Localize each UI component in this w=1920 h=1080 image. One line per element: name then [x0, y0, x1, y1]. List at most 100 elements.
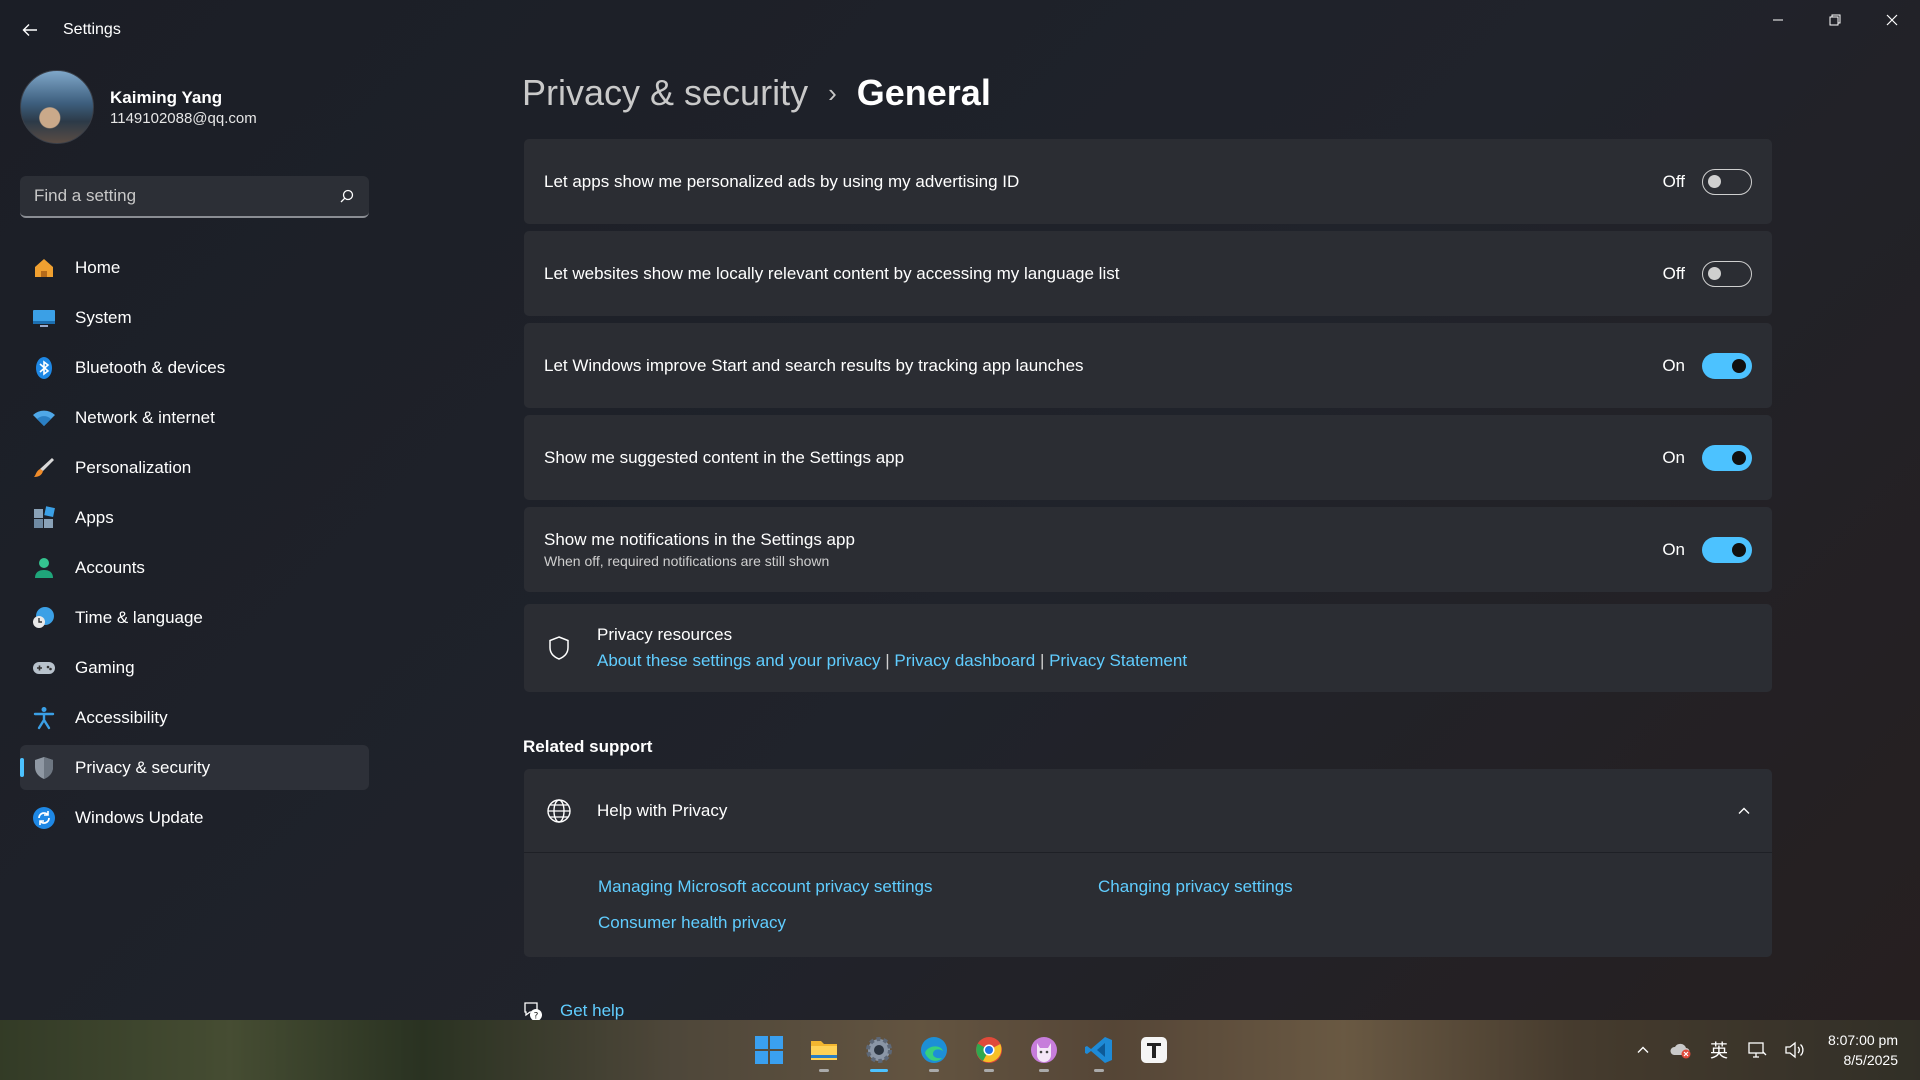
window-controls [1749, 0, 1920, 40]
setting-label: Show me suggested content in the Setting… [544, 447, 905, 467]
setting-notifications: Show me notifications in the Settings ap… [524, 507, 1772, 592]
restore-button[interactable] [1806, 0, 1863, 40]
minimize-icon [1772, 19, 1783, 21]
toggle-state-label: On [1662, 447, 1685, 467]
language-list-toggle[interactable] [1702, 260, 1752, 287]
user-profile[interactable]: Kaiming Yang 1149102088@qq.com [20, 70, 257, 144]
search-icon[interactable] [339, 188, 355, 204]
sidebar-item-home[interactable]: Home [20, 245, 369, 290]
notifications-toggle[interactable] [1702, 536, 1752, 563]
clock-time: 8:07:00 pm [1827, 1032, 1898, 1048]
sidebar-item-label: Privacy & security [75, 757, 211, 777]
chevron-up-icon [1637, 1046, 1649, 1053]
get-help[interactable]: ? Get help [522, 1000, 624, 1020]
setting-track-app-launches: Let Windows improve Start and search res… [524, 323, 1772, 408]
sidebar-item-accessibility[interactable]: Accessibility [20, 695, 369, 740]
setting-language-list: Let websites show me locally relevant co… [524, 231, 1772, 316]
taskbar-clock[interactable]: 8:07:00 pm 8/5/2025 [1828, 1030, 1898, 1070]
consumer-health-privacy-link[interactable]: Consumer health privacy [598, 913, 786, 933]
help-with-privacy-title: Help with Privacy [597, 800, 728, 820]
search-input[interactable] [34, 186, 339, 206]
minimize-button[interactable] [1749, 0, 1806, 40]
setting-personalized-ads: Let apps show me personalized ads by usi… [524, 139, 1772, 224]
managing-account-privacy-link[interactable]: Managing Microsoft account privacy setti… [598, 877, 933, 897]
network-status[interactable] [1741, 1034, 1773, 1066]
sidebar-item-windows-update[interactable]: Windows Update [20, 795, 369, 840]
settings-icon [866, 1037, 892, 1063]
back-arrow-icon [22, 24, 37, 36]
privacy-dashboard-link[interactable]: Privacy dashboard [894, 651, 1035, 670]
update-icon [32, 806, 56, 830]
track-app-launches-toggle[interactable] [1702, 352, 1752, 379]
sidebar-item-label: System [75, 307, 132, 327]
sidebar-item-personalization[interactable]: Personalization [20, 445, 369, 490]
clock-date: 8/5/2025 [1843, 1052, 1899, 1068]
breadcrumb-separator: › [828, 77, 837, 108]
search-box [20, 176, 369, 218]
profile-name: Kaiming Yang [110, 87, 223, 107]
get-help-link[interactable]: Get help [560, 1001, 624, 1020]
help-with-privacy-header[interactable]: Help with Privacy [524, 769, 1772, 853]
gamepad-icon [32, 656, 56, 680]
typora-icon [1141, 1037, 1167, 1063]
taskbar-chrome[interactable] [967, 1028, 1011, 1072]
onedrive-status[interactable] [1665, 1034, 1697, 1066]
page-title: General [856, 72, 991, 113]
cat-app-icon [1031, 1037, 1057, 1063]
file-explorer-icon [811, 1041, 837, 1060]
sidebar-item-bluetooth[interactable]: Bluetooth & devices [20, 345, 369, 390]
sidebar-item-apps[interactable]: Apps [20, 495, 369, 540]
home-icon [32, 256, 56, 280]
sidebar-item-network[interactable]: Network & internet [20, 395, 369, 440]
toggle-state-label: Off [1662, 263, 1685, 283]
vscode-icon [1085, 1037, 1112, 1063]
taskbar-vscode[interactable] [1077, 1028, 1121, 1072]
sidebar-item-label: Bluetooth & devices [75, 357, 226, 377]
chevron-up-icon[interactable] [1736, 803, 1752, 819]
brush-icon [32, 456, 56, 480]
system-icon [32, 306, 56, 330]
personalized-ads-toggle[interactable] [1702, 168, 1752, 195]
privacy-statement-link[interactable]: Privacy Statement [1049, 651, 1187, 670]
suggested-content-toggle[interactable] [1702, 444, 1752, 471]
input-method-indicator[interactable]: 英 [1703, 1034, 1735, 1066]
shield-outline-icon [544, 633, 574, 663]
start-icon [755, 1036, 783, 1064]
taskbar-settings[interactable] [857, 1028, 901, 1072]
sidebar-item-time-language[interactable]: Time & language [20, 595, 369, 640]
changing-privacy-settings-link[interactable]: Changing privacy settings [1098, 877, 1293, 897]
taskbar-cat-app[interactable] [1022, 1028, 1066, 1072]
sidebar-item-privacy-security[interactable]: Privacy & security [20, 745, 369, 790]
time-language-icon [32, 606, 56, 630]
sidebar-item-label: Accounts [75, 557, 145, 577]
globe-icon [544, 796, 574, 826]
volume-control[interactable] [1779, 1034, 1811, 1066]
close-button[interactable] [1863, 0, 1920, 40]
show-hidden-icons-button[interactable] [1627, 1034, 1659, 1066]
help-chat-icon: ? [524, 1002, 542, 1021]
sidebar-item-label: Home [75, 257, 121, 277]
sidebar-item-label: Accessibility [75, 707, 168, 727]
start-button[interactable] [747, 1028, 791, 1072]
setting-label: Let apps show me personalized ads by usi… [544, 171, 1020, 191]
edge-icon [921, 1037, 947, 1063]
taskbar-typora[interactable] [1132, 1028, 1176, 1072]
sidebar-item-gaming[interactable]: Gaming [20, 645, 369, 690]
breadcrumb-parent[interactable]: Privacy & security [522, 72, 808, 114]
taskbar-file-explorer[interactable] [802, 1028, 846, 1072]
sidebar-item-label: Apps [75, 507, 114, 527]
sidebar-item-label: Time & language [75, 607, 203, 627]
sidebar-item-system[interactable]: System [20, 295, 369, 340]
bluetooth-icon [32, 356, 56, 380]
sidebar-item-label: Personalization [75, 457, 192, 477]
toggle-state-label: On [1662, 355, 1685, 375]
profile-email: 1149102088@qq.com [110, 109, 257, 127]
svg-text:?: ? [534, 1012, 539, 1021]
restore-icon [1829, 14, 1840, 26]
taskbar-edge[interactable] [912, 1028, 956, 1072]
setting-label: Let websites show me locally relevant co… [544, 263, 1120, 283]
back-button[interactable] [14, 14, 46, 46]
about-settings-link[interactable]: About these settings and your privacy [597, 651, 881, 670]
sidebar-nav: Home System Bluetooth & devices Network … [20, 245, 369, 845]
sidebar-item-accounts[interactable]: Accounts [20, 545, 369, 590]
